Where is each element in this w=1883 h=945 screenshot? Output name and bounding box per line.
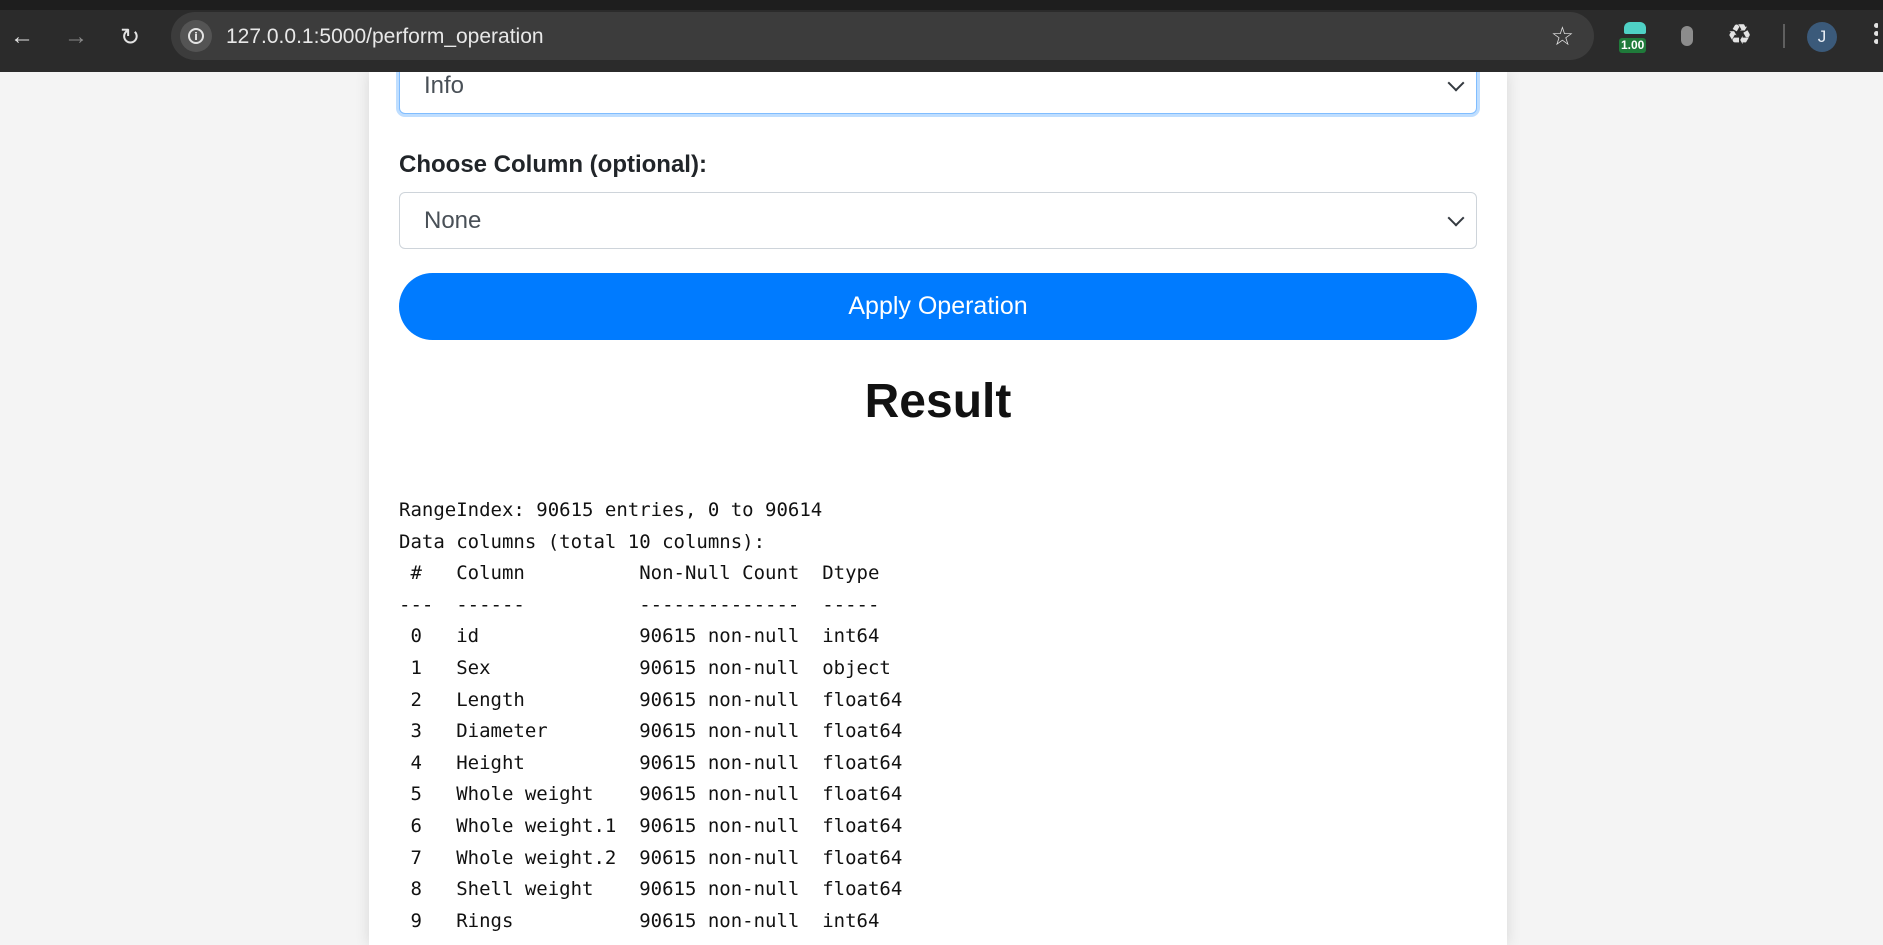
profile-avatar[interactable]: J — [1807, 22, 1837, 52]
extension-icon — [1624, 22, 1646, 34]
toolbar-divider — [1783, 24, 1785, 48]
browser-menu-icon[interactable] — [1868, 20, 1878, 52]
address-bar[interactable]: i 127.0.0.1:5000/perform_operation ☆ — [171, 12, 1594, 60]
reload-icon: ↻ — [119, 23, 141, 51]
apply-operation-button[interactable]: Apply Operation — [399, 273, 1477, 340]
url-text[interactable]: 127.0.0.1:5000/perform_operation — [226, 25, 544, 49]
reload-button[interactable]: ↻ — [113, 20, 147, 54]
back-button[interactable]: ← — [5, 20, 39, 54]
extensions-puzzle-icon[interactable]: ♻ — [1727, 18, 1752, 51]
content-card: Info Choose Column (optional): None Appl… — [369, 72, 1507, 945]
arrow-right-icon: → — [64, 23, 88, 50]
chevron-down-icon — [1447, 209, 1465, 226]
browser-toolbar: ← → ↻ i 127.0.0.1:5000/perform_operation… — [0, 0, 1883, 72]
result-heading: Result — [864, 375, 1012, 428]
page-viewport: Info Choose Column (optional): None Appl… — [0, 72, 1883, 945]
operation-select[interactable]: Info — [399, 72, 1477, 114]
info-icon: i — [188, 28, 204, 44]
column-select[interactable]: None — [399, 192, 1477, 249]
site-info-button[interactable]: i — [180, 20, 212, 52]
arrow-left-icon: ← — [10, 23, 34, 50]
result-output: RangeIndex: 90615 entries, 0 to 90614 Da… — [399, 499, 903, 932]
extension-button[interactable]: 1.00 — [1619, 22, 1648, 53]
column-select-label: Choose Column (optional): — [399, 151, 707, 178]
extension-badge: 1.00 — [1619, 38, 1647, 53]
operation-select-value: Info — [424, 72, 465, 99]
tab-strip-edge — [0, 0, 1883, 10]
column-select-value: None — [424, 206, 482, 234]
forward-button[interactable]: → — [59, 20, 93, 54]
chevron-down-icon — [1447, 74, 1465, 91]
bookmark-star-icon[interactable]: ☆ — [1551, 21, 1574, 51]
extension-grey-icon[interactable] — [1681, 26, 1693, 46]
